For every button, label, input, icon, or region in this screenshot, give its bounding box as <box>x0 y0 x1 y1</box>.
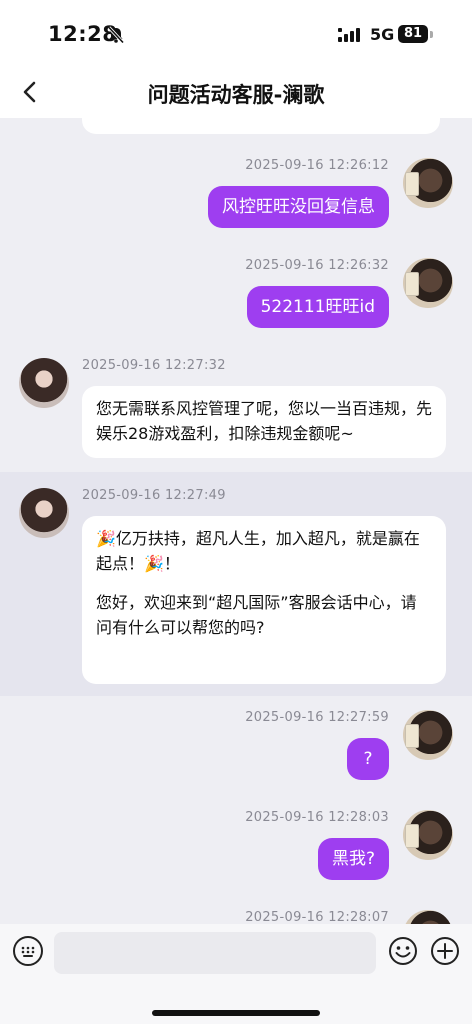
message-timestamp: 2025-09-16 12:27:32 <box>82 358 226 373</box>
battery-cap <box>430 31 433 38</box>
message-input[interactable] <box>54 932 376 974</box>
keyboard-icon[interactable] <box>13 936 43 966</box>
signal-icon <box>338 27 364 46</box>
plus-circle-icon[interactable] <box>430 936 460 966</box>
message-bubble-out[interactable]: 黑我? <box>317 838 389 880</box>
avatar[interactable] <box>403 810 453 860</box>
battery-icon: 81 <box>398 25 428 43</box>
message-bubble-in[interactable]: 您无需联系风控管理了呢，您以一当百违规，先娱乐28游戏盈利，扣除违规金额呢~ <box>82 386 446 458</box>
message-text: 🎉亿万扶持，超凡人生，加入超凡，就是赢在起点！🎉！ <box>96 529 420 573</box>
bell-slash-icon <box>106 25 126 45</box>
message-bubble-out[interactable]: ? <box>347 738 389 780</box>
avatar[interactable] <box>403 910 453 924</box>
previous-message-bubble <box>82 118 440 134</box>
message-timestamp: 2025-09-16 12:28:03 <box>245 810 389 825</box>
message-timestamp: 2025-09-16 12:26:32 <box>245 258 389 273</box>
message-timestamp: 2025-09-16 12:26:12 <box>245 158 389 173</box>
status-bar: 12:28 5G 81 <box>0 0 472 66</box>
network-type: 5G <box>370 25 395 44</box>
avatar[interactable] <box>403 158 453 208</box>
avatar[interactable] <box>19 358 69 408</box>
avatar[interactable] <box>403 258 453 308</box>
nav-bar: 问题活动客服-澜歌 <box>0 66 472 118</box>
home-indicator <box>152 1010 320 1016</box>
page-title: 问题活动客服-澜歌 <box>147 83 325 107</box>
message-text: 您好，欢迎来到“超凡国际”客服会话中心，请问有什么可以帮您的吗? <box>96 593 417 637</box>
emoji-smile-icon[interactable] <box>388 936 418 966</box>
message-timestamp: 2025-09-16 12:28:07 <box>245 910 389 924</box>
avatar[interactable] <box>403 710 453 760</box>
message-bubble-out[interactable]: 522111旺旺id <box>246 286 389 328</box>
message-bubble-out[interactable]: 风控旺旺没回复信息 <box>208 186 389 228</box>
message-input-bar <box>0 924 472 1024</box>
message-timestamp: 2025-09-16 12:27:49 <box>82 488 226 503</box>
message-bubble-in[interactable]: 🎉亿万扶持，超凡人生，加入超凡，就是赢在起点！🎉！ 您好，欢迎来到“超凡国际”客… <box>82 516 446 684</box>
avatar[interactable] <box>19 488 69 538</box>
message-timestamp: 2025-09-16 12:27:59 <box>245 710 389 725</box>
chat-list[interactable]: 2025-09-16 12:26:12 风控旺旺没回复信息 2025-09-16… <box>0 118 472 924</box>
